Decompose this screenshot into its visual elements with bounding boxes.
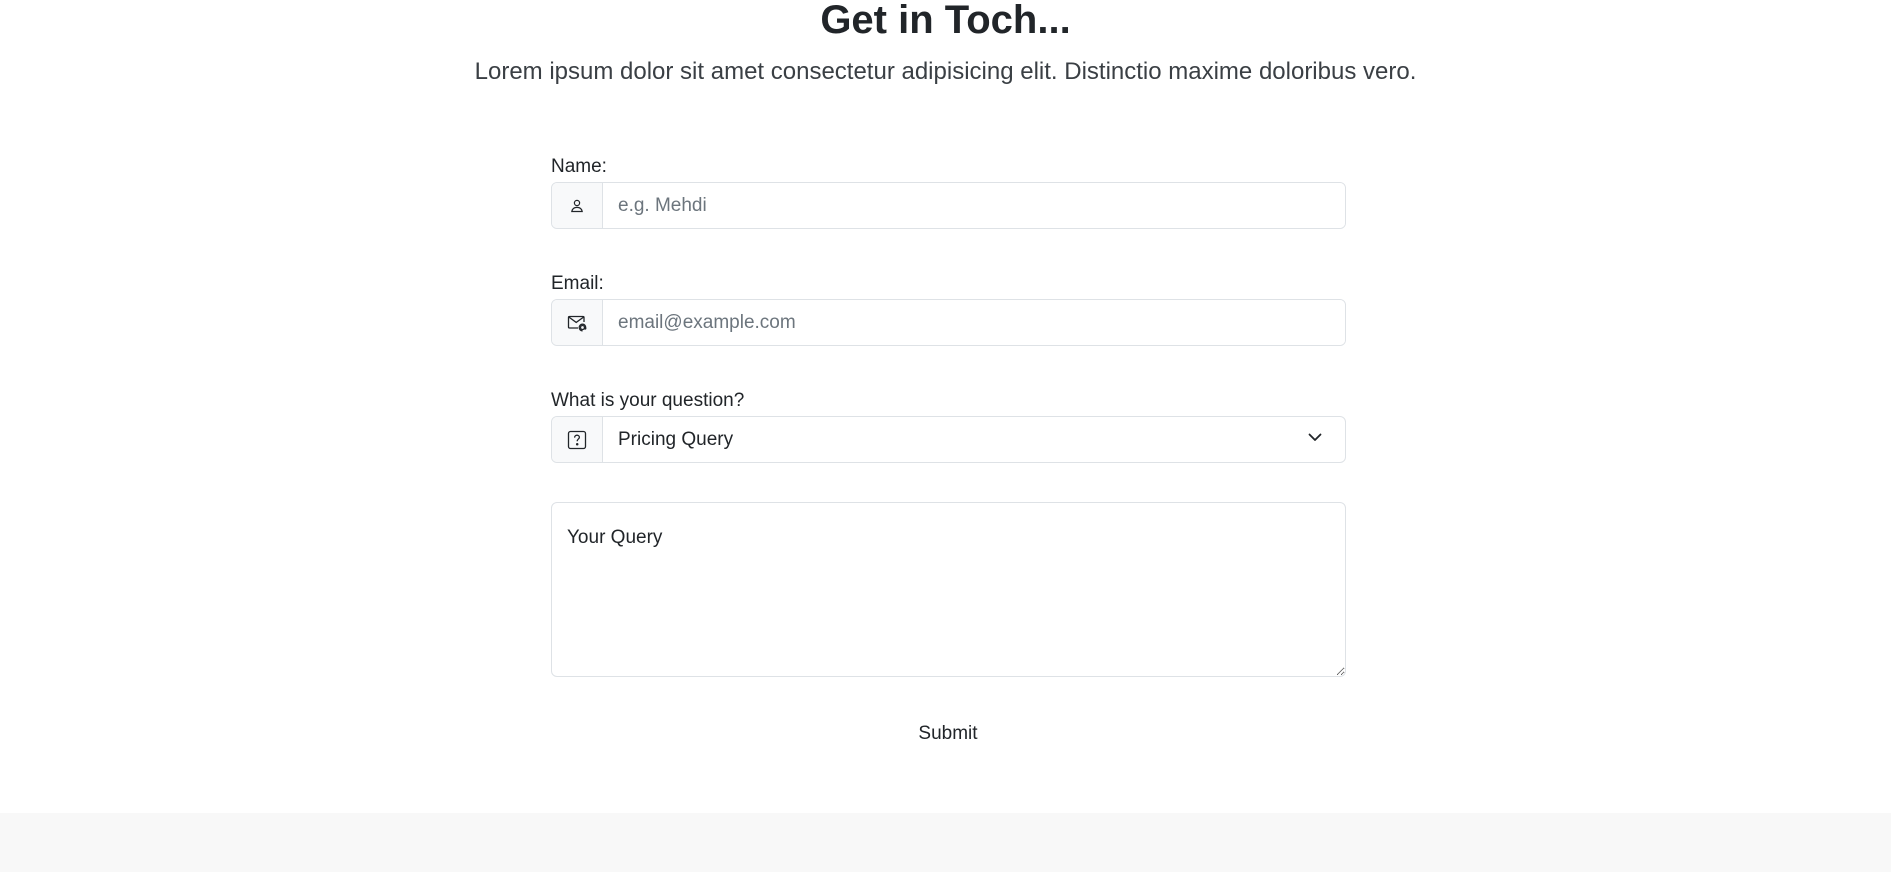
contact-page: Get in Toch... Lorem ipsum dolor sit ame… bbox=[0, 0, 1891, 872]
name-input[interactable] bbox=[603, 183, 1345, 228]
question-select[interactable]: Pricing Query bbox=[603, 417, 1345, 462]
person-icon bbox=[552, 183, 603, 228]
email-input[interactable] bbox=[603, 300, 1345, 345]
question-field-group: What is your question? Pricing Query bbox=[551, 386, 1346, 463]
email-input-group bbox=[551, 299, 1346, 346]
email-label: Email: bbox=[551, 273, 604, 294]
question-square-icon bbox=[552, 417, 603, 462]
email-field-group: Email: bbox=[551, 269, 1346, 346]
question-label: What is your question? bbox=[551, 390, 745, 411]
name-input-group bbox=[551, 182, 1346, 229]
envelope-at-icon bbox=[552, 300, 603, 345]
query-textarea[interactable] bbox=[551, 502, 1346, 677]
chevron-down-icon bbox=[1307, 429, 1323, 451]
name-label: Name: bbox=[551, 156, 607, 177]
footer bbox=[0, 813, 1891, 872]
submit-button[interactable]: Submit bbox=[898, 715, 998, 753]
question-input-group: Pricing Query bbox=[551, 416, 1346, 463]
page-subtitle: Lorem ipsum dolor sit amet consectetur a… bbox=[474, 58, 1417, 85]
name-field-group: Name: bbox=[551, 152, 1346, 229]
page-title: Get in Toch... bbox=[820, 0, 1071, 42]
question-select-value: Pricing Query bbox=[618, 428, 734, 450]
